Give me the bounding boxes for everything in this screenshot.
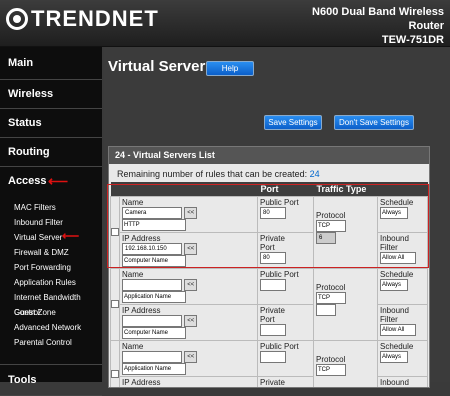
public-port-input[interactable]: [260, 279, 286, 291]
add-app-button[interactable]: <<: [184, 279, 198, 291]
nav-wireless[interactable]: Wireless: [0, 80, 102, 109]
schedule-cell: Schedule Always: [377, 268, 428, 305]
inbound-label: Inbound: [380, 378, 409, 387]
row-checkbox[interactable]: [111, 370, 119, 378]
ip-cell: IP Address: [119, 376, 258, 387]
trendnet-logo-icon: [6, 8, 28, 30]
protocol-cell: Protocol TCP: [313, 268, 378, 341]
protocol-number-input[interactable]: [316, 304, 336, 316]
save-settings-button[interactable]: Save Settings: [264, 115, 322, 130]
name-input[interactable]: [122, 279, 182, 291]
ip-label: IP Address: [122, 378, 161, 387]
sub-virtual-server[interactable]: Virtual Server ⟵: [0, 229, 102, 245]
trendnet-logo: TRENDNET: [6, 6, 159, 32]
name-input[interactable]: [122, 351, 182, 363]
ip-label: IP Address: [122, 306, 161, 315]
sidebar: Main Wireless Status Routing Access ⟵ MA…: [0, 47, 102, 396]
table-row: IP Address Private Inbound: [111, 376, 428, 387]
ip-cell: IP Address << Computer Name: [119, 304, 258, 341]
help-button[interactable]: Help: [206, 61, 254, 76]
dont-save-settings-button[interactable]: Don't Save Settings: [334, 115, 414, 130]
private-port-label: Private: [260, 378, 285, 387]
inbound-label: Inbound Filter: [380, 306, 409, 324]
nav-routing[interactable]: Routing: [0, 138, 102, 167]
schedule-select[interactable]: Always: [380, 351, 408, 363]
page-title: Virtual Server: [108, 58, 206, 75]
red-arrow-icon: ⟵: [48, 173, 69, 189]
private-port-input[interactable]: [260, 324, 286, 336]
private-port-cell: Private: [257, 376, 314, 387]
table-row: Name << Application Name Public Port Pro…: [110, 340, 428, 387]
model-line3: TEW-751DR: [381, 34, 444, 46]
add-computer-button[interactable]: <<: [184, 315, 198, 327]
application-select[interactable]: Application Name: [122, 363, 186, 375]
sub-port-forwarding[interactable]: Port Forwarding: [0, 260, 102, 275]
protocol-cell: Protocol TCP: [313, 340, 378, 387]
inbound-cell: Inbound Filter Allow All: [377, 304, 428, 341]
public-port-label: Public Port: [260, 342, 299, 351]
nav-access[interactable]: Access ⟵: [0, 167, 102, 195]
public-port-input[interactable]: [260, 351, 286, 363]
row-check-cell: [110, 340, 120, 387]
nav-status[interactable]: Status: [0, 109, 102, 138]
panel-heading: 24 - Virtual Servers List: [109, 147, 429, 164]
sub-application-rules[interactable]: Application Rules: [0, 275, 102, 290]
private-port-cell: Private Port: [257, 304, 314, 341]
remaining-label: Remaining number of rules that can be cr…: [117, 169, 308, 179]
red-arrow-icon: ⟵: [62, 229, 80, 243]
name-cell: Name << Application Name: [119, 340, 258, 377]
protocol-select[interactable]: TCP: [316, 364, 346, 376]
nav-main[interactable]: Main: [0, 47, 102, 80]
name-cell: Name << Application Name: [119, 268, 258, 305]
model-info: N600 Dual Band Wireless Router TEW-751DR: [312, 5, 444, 47]
name-label: Name: [122, 270, 144, 279]
private-port-label: Private Port: [260, 306, 285, 324]
schedule-select[interactable]: Always: [380, 279, 408, 291]
header: TRENDNET N600 Dual Band Wireless Router …: [0, 0, 450, 47]
protocol-label: Protocol: [316, 283, 346, 292]
model-line1: N600 Dual Band Wireless: [312, 6, 444, 18]
schedule-label: Schedule: [380, 270, 414, 279]
public-port-cell: Public Port: [257, 340, 314, 377]
highlight-box: [107, 184, 429, 268]
sub-inbound-filter[interactable]: Inbound Filter: [0, 215, 102, 230]
sub-bandwidth-control[interactable]: Internet Bandwidth Control: [0, 290, 102, 317]
sub-parental-control[interactable]: Parental Control: [0, 335, 102, 350]
brand-name: TRENDNET: [31, 6, 159, 31]
sub-firewall-dmz[interactable]: Firewall & DMZ: [0, 245, 102, 260]
sub-mac-filters[interactable]: MAC Filters: [0, 200, 102, 215]
public-port-cell: Public Port: [257, 268, 314, 305]
name-label: Name: [122, 342, 144, 351]
table-row: IP Address << Computer Name Private Port…: [111, 304, 428, 341]
schedule-cell: Schedule Always: [377, 340, 428, 377]
schedule-label: Schedule: [380, 342, 414, 351]
table-row: Name << Application Name Public Port Pro…: [110, 268, 428, 341]
inbound-cell: Inbound: [377, 376, 428, 387]
sub-guest-zone[interactable]: Guest Zone: [0, 305, 102, 320]
protocol-select[interactable]: TCP: [316, 292, 346, 304]
model-line2: Router: [408, 20, 444, 32]
nav-tools[interactable]: Tools: [0, 365, 102, 396]
application-select[interactable]: Application Name: [122, 291, 186, 303]
ip-input[interactable]: [122, 315, 182, 327]
public-port-label: Public Port: [260, 270, 299, 279]
protocol-label: Protocol: [316, 355, 346, 364]
sub-advanced-network[interactable]: Advanced Network: [0, 320, 102, 335]
row-checkbox[interactable]: [111, 299, 119, 308]
remaining-rules: Remaining number of rules that can be cr…: [109, 166, 429, 182]
nav-access-label: Access: [8, 175, 47, 187]
row-check-cell: [110, 268, 120, 341]
sub-virtual-server-label: Virtual Server: [14, 233, 63, 242]
remaining-count: 24: [309, 169, 320, 179]
computer-select[interactable]: Computer Name: [122, 327, 186, 339]
inbound-select[interactable]: Allow All: [380, 324, 416, 336]
add-app-button[interactable]: <<: [184, 351, 198, 363]
